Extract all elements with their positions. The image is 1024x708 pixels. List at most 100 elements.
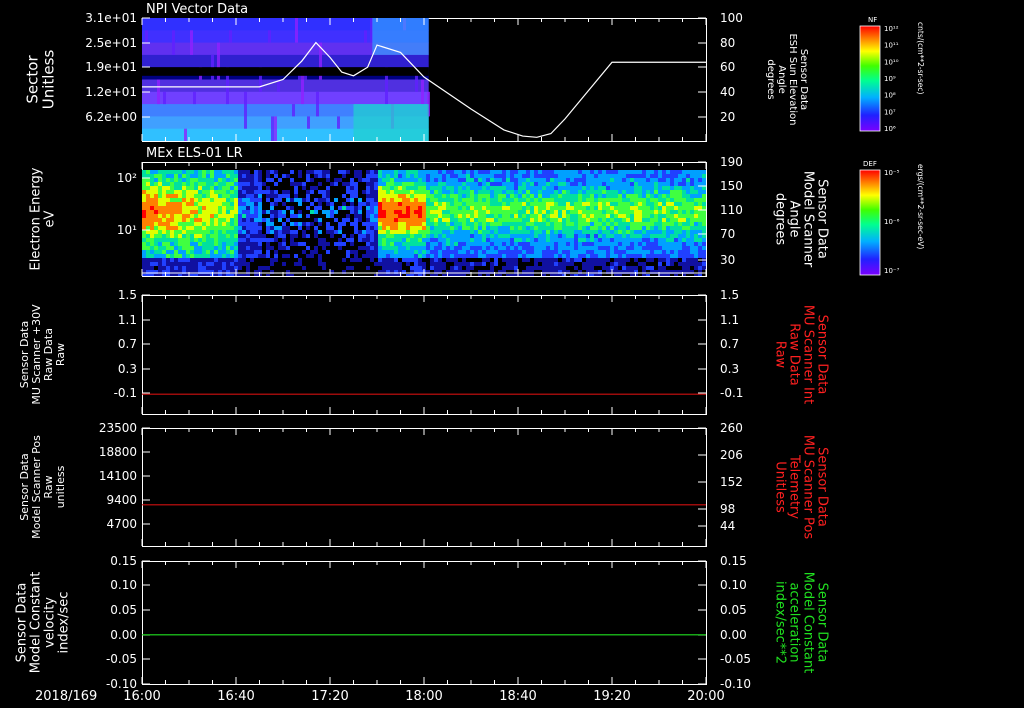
panel2-cell [282, 202, 286, 206]
panel2-cell [398, 238, 402, 242]
panel2-cell [586, 178, 590, 182]
panel2-cell [638, 174, 642, 178]
panel2-cell [150, 170, 154, 174]
panel2-cell [502, 254, 506, 258]
panel2-cell [142, 258, 146, 262]
x-tick-label: 16:00 [123, 689, 160, 704]
panel2-cell [582, 242, 586, 246]
panel2-cell [430, 218, 434, 222]
panel2-cell [390, 214, 394, 218]
panel2-cell [190, 230, 194, 234]
panel2-cell [366, 222, 370, 226]
panel2-cell [182, 190, 186, 194]
panel2-cell [182, 210, 186, 214]
panel2-cell [346, 190, 350, 194]
panel2-cell [266, 222, 270, 226]
panel2-cell [574, 202, 578, 206]
panel2-cell [190, 178, 194, 182]
panel2-cell [690, 226, 694, 230]
panel5-right-ylabel-line: Sensor Data [814, 583, 829, 663]
panel2-cell [406, 210, 410, 214]
panel2-cell [282, 174, 286, 178]
panel2-cell [158, 210, 162, 214]
panel2-cell [686, 242, 690, 246]
panel2-cell [582, 198, 586, 202]
panel2-cell [690, 170, 694, 174]
panel2-cell [606, 226, 610, 230]
panel2-cell [534, 258, 538, 262]
panel2-cell [594, 182, 598, 186]
panel2-cell [694, 202, 698, 206]
panel2-cell [270, 214, 274, 218]
panel2-cell [670, 266, 674, 270]
panel2-cell [682, 254, 686, 258]
panel2-cell [630, 186, 634, 190]
panel2-cell [666, 174, 670, 178]
panel2-cell [642, 258, 646, 262]
panel2-cell [274, 234, 278, 238]
panel2-cell [146, 266, 150, 270]
panel2-cell [174, 182, 178, 186]
panel2-cell [530, 190, 534, 194]
panel2-cell [514, 178, 518, 182]
panel2-cell [650, 170, 654, 174]
panel2-cell [618, 230, 622, 234]
panel2-cell [150, 174, 154, 178]
panel2-cell [526, 202, 530, 206]
panel2-cell [602, 230, 606, 234]
panel2-cell [206, 230, 210, 234]
panel2-cell [146, 186, 150, 190]
panel2-cell [530, 198, 534, 202]
panel2-cell [542, 194, 546, 198]
panel2-cell [242, 246, 246, 250]
panel2-cell [514, 206, 518, 210]
panel2-cell [194, 230, 198, 234]
panel2-cell [206, 194, 210, 198]
panel2-right-ytick-label: 110 [720, 203, 743, 217]
panel2-cell [166, 246, 170, 250]
panel2-cell [410, 274, 414, 276]
panel2-cell [594, 170, 598, 174]
colorbar-tick-label: 10¹⁰ [884, 58, 899, 66]
panel2-cell [558, 214, 562, 218]
panel2-cell [310, 190, 314, 194]
panel2-cell [654, 202, 658, 206]
panel2-cell [574, 262, 578, 266]
panel2-cell [310, 202, 314, 206]
panel2-cell [342, 202, 346, 206]
panel2-cell [566, 234, 570, 238]
panel2-cell [250, 182, 254, 186]
panel2-cell [222, 250, 226, 254]
panel2-cell [690, 218, 694, 222]
panel2-cell [466, 182, 470, 186]
panel2-cell [566, 182, 570, 186]
panel2-cell [402, 242, 406, 246]
panel2-cell [498, 218, 502, 222]
panel2-cell [150, 218, 154, 222]
panel2-cell [582, 222, 586, 226]
panel2-cell [234, 194, 238, 198]
panel1-ytick-label: 6.2e+00 [85, 110, 137, 124]
panel2-cell [230, 238, 234, 242]
panel2-cell [370, 242, 374, 246]
panel3-frame [142, 295, 707, 415]
panel2-cell [354, 190, 358, 194]
panel2-cell [262, 254, 266, 258]
panel2-cell [666, 234, 670, 238]
panel2-cell [642, 250, 646, 254]
panel2-cell [246, 170, 250, 174]
panel2-cell [270, 230, 274, 234]
panel2-cell [590, 202, 594, 206]
panel2-cell [638, 222, 642, 226]
panel2-cell [538, 226, 542, 230]
panel2-cell [610, 230, 614, 234]
panel2-cell [370, 178, 374, 182]
panel2-cell [282, 242, 286, 246]
panel2-cell [574, 254, 578, 258]
panel2-cell [486, 222, 490, 226]
panel2-cell [622, 230, 626, 234]
panel2-right-ylabel-line: Model Scanner [800, 171, 815, 268]
panel2-cell [626, 234, 630, 238]
panel2-cell [206, 206, 210, 210]
panel2-cell [190, 198, 194, 202]
